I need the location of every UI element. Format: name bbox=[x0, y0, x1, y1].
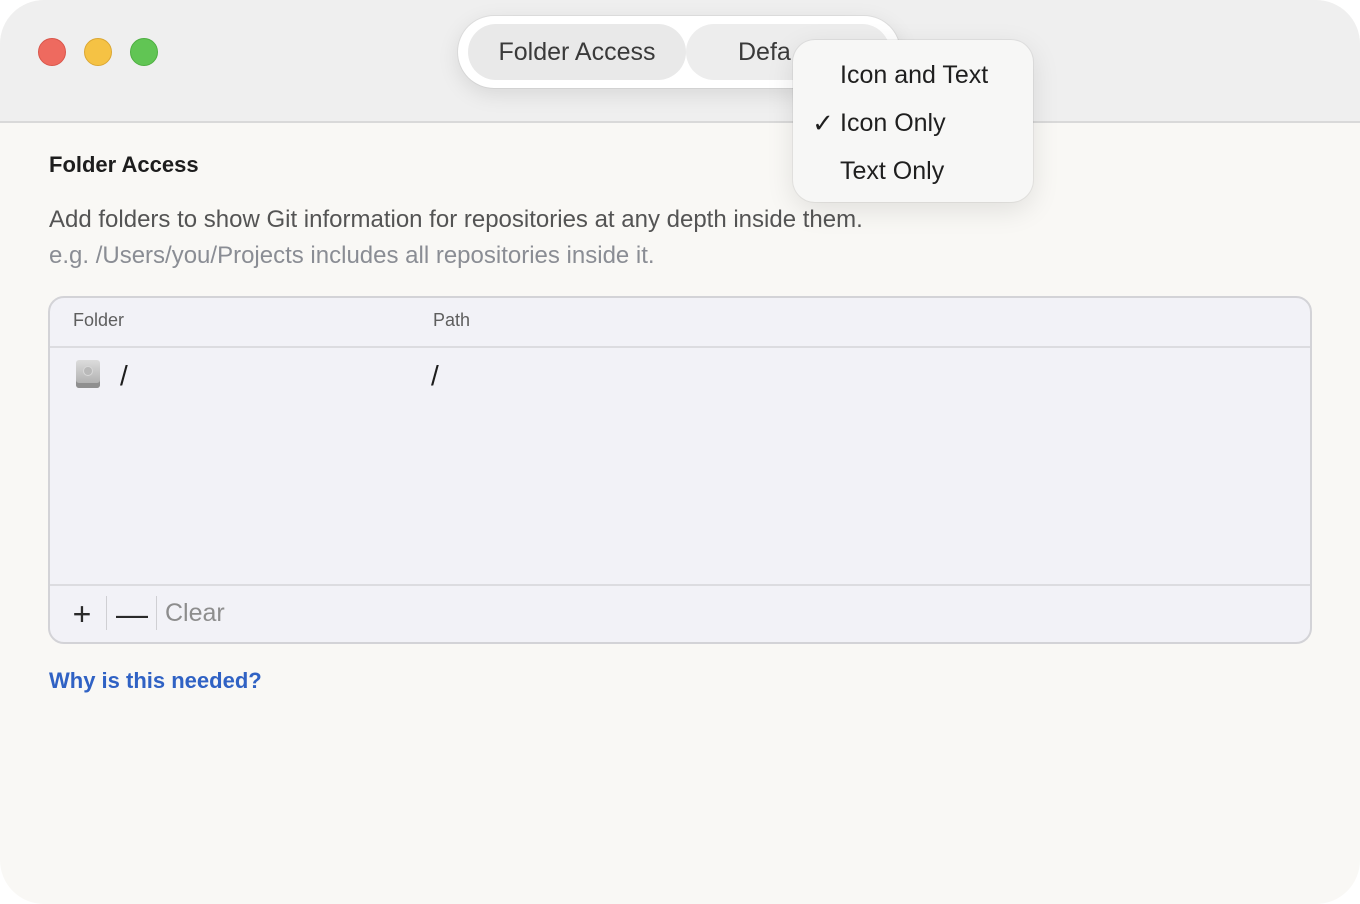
drive-icon bbox=[76, 360, 100, 388]
menu-item-icon-only[interactable]: ✓ Icon Only bbox=[793, 100, 1033, 146]
menu-item-label: Icon Only bbox=[840, 108, 946, 137]
toolbar-divider bbox=[156, 596, 157, 630]
why-needed-link[interactable]: Why is this needed? bbox=[49, 668, 262, 694]
add-folder-button[interactable]: + bbox=[64, 594, 100, 634]
minimize-window-button[interactable] bbox=[84, 38, 112, 66]
menu-item-text-only[interactable]: Text Only bbox=[793, 148, 1033, 194]
section-title: Folder Access bbox=[49, 152, 199, 177]
checkmark-icon: ✓ bbox=[812, 107, 834, 138]
clear-button[interactable]: Clear bbox=[165, 599, 225, 628]
table-header: Folder Path bbox=[50, 298, 1310, 348]
menu-item-icon-and-text[interactable]: Icon and Text bbox=[793, 52, 1033, 98]
titlebar: Folder Access Defa bbox=[0, 0, 1360, 123]
section-hint: e.g. /Users/you/Projects includes all re… bbox=[49, 242, 655, 269]
display-mode-menu: Icon and Text ✓ Icon Only Text Only bbox=[793, 40, 1033, 202]
section-description: Add folders to show Git information for … bbox=[49, 206, 863, 233]
column-header-path[interactable]: Path bbox=[433, 310, 470, 331]
path-cell: / bbox=[431, 360, 439, 391]
close-window-button[interactable] bbox=[38, 38, 66, 66]
zoom-window-button[interactable] bbox=[130, 38, 158, 66]
menu-item-label: Text Only bbox=[840, 156, 945, 185]
table-row[interactable]: / / bbox=[50, 348, 1310, 404]
tab-folder-access[interactable]: Folder Access bbox=[468, 24, 686, 80]
preferences-window: Folder Access Defa Folder Access Add fol… bbox=[0, 0, 1360, 904]
column-header-folder[interactable]: Folder bbox=[73, 310, 124, 331]
table-footer-toolbar: + — Clear bbox=[50, 584, 1310, 642]
menu-item-label: Icon and Text bbox=[840, 60, 989, 89]
toolbar-divider bbox=[106, 596, 107, 630]
folders-table: Folder Path / / + — Clear bbox=[48, 296, 1312, 644]
remove-folder-button[interactable]: — bbox=[114, 594, 150, 634]
folder-cell: / bbox=[120, 360, 128, 391]
